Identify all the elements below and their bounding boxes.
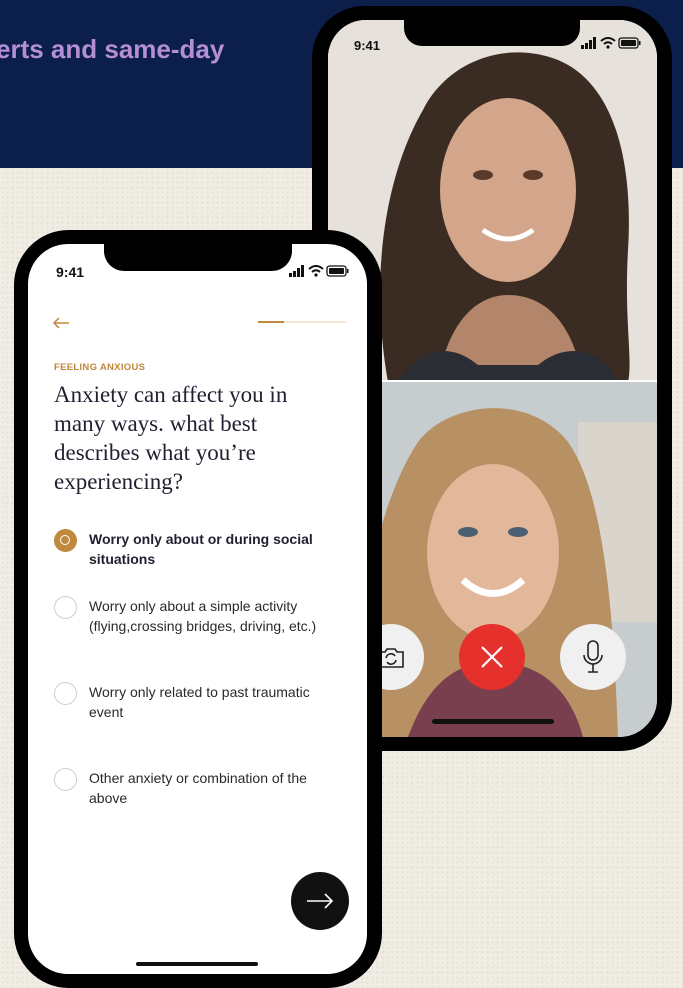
option-label: Worry only about a simple activity (flyi… [89, 598, 317, 634]
hero-headline: erts and same-day [0, 34, 225, 64]
status-icons [581, 36, 641, 54]
microphone-icon [583, 640, 603, 673]
end-call-button[interactable] [459, 624, 525, 690]
quiz-screen: 9:41 FEELING ANXIOUS Anxiety can affect … [28, 244, 367, 974]
status-time: 9:41 [354, 38, 381, 53]
wifi-icon [600, 37, 616, 49]
question-category: FEELING ANXIOUS [54, 362, 146, 373]
signal-icon [581, 37, 596, 49]
back-arrow-icon [52, 317, 69, 329]
question-title: Anxiety can affect you in many ways. wha… [54, 382, 288, 494]
radio-button[interactable] [54, 768, 77, 791]
radio-button[interactable] [54, 682, 77, 705]
mute-button[interactable] [560, 624, 626, 690]
progress-fill [258, 321, 285, 323]
option-label: Worry only about or during social situat… [89, 531, 313, 567]
radio-button[interactable] [54, 596, 77, 619]
signal-icon [289, 265, 304, 277]
battery-icon [326, 265, 349, 277]
status-icons [289, 264, 349, 282]
battery-icon [618, 37, 641, 49]
status-time: 9:41 [56, 264, 85, 280]
home-indicator [432, 719, 554, 724]
option-label: Other anxiety or combination of the abov… [89, 770, 307, 806]
wifi-icon [308, 265, 324, 277]
back-button[interactable] [52, 316, 70, 334]
home-indicator [136, 962, 258, 966]
end-call-icon [481, 646, 503, 668]
arrow-right-icon [307, 893, 334, 909]
phone-notch [404, 20, 580, 46]
option-label: Worry only related to past traumatic eve… [89, 684, 310, 720]
next-button[interactable] [291, 872, 349, 930]
radio-button-selected[interactable] [54, 529, 77, 552]
progress-bar [258, 321, 346, 323]
phone-notch [104, 244, 292, 271]
